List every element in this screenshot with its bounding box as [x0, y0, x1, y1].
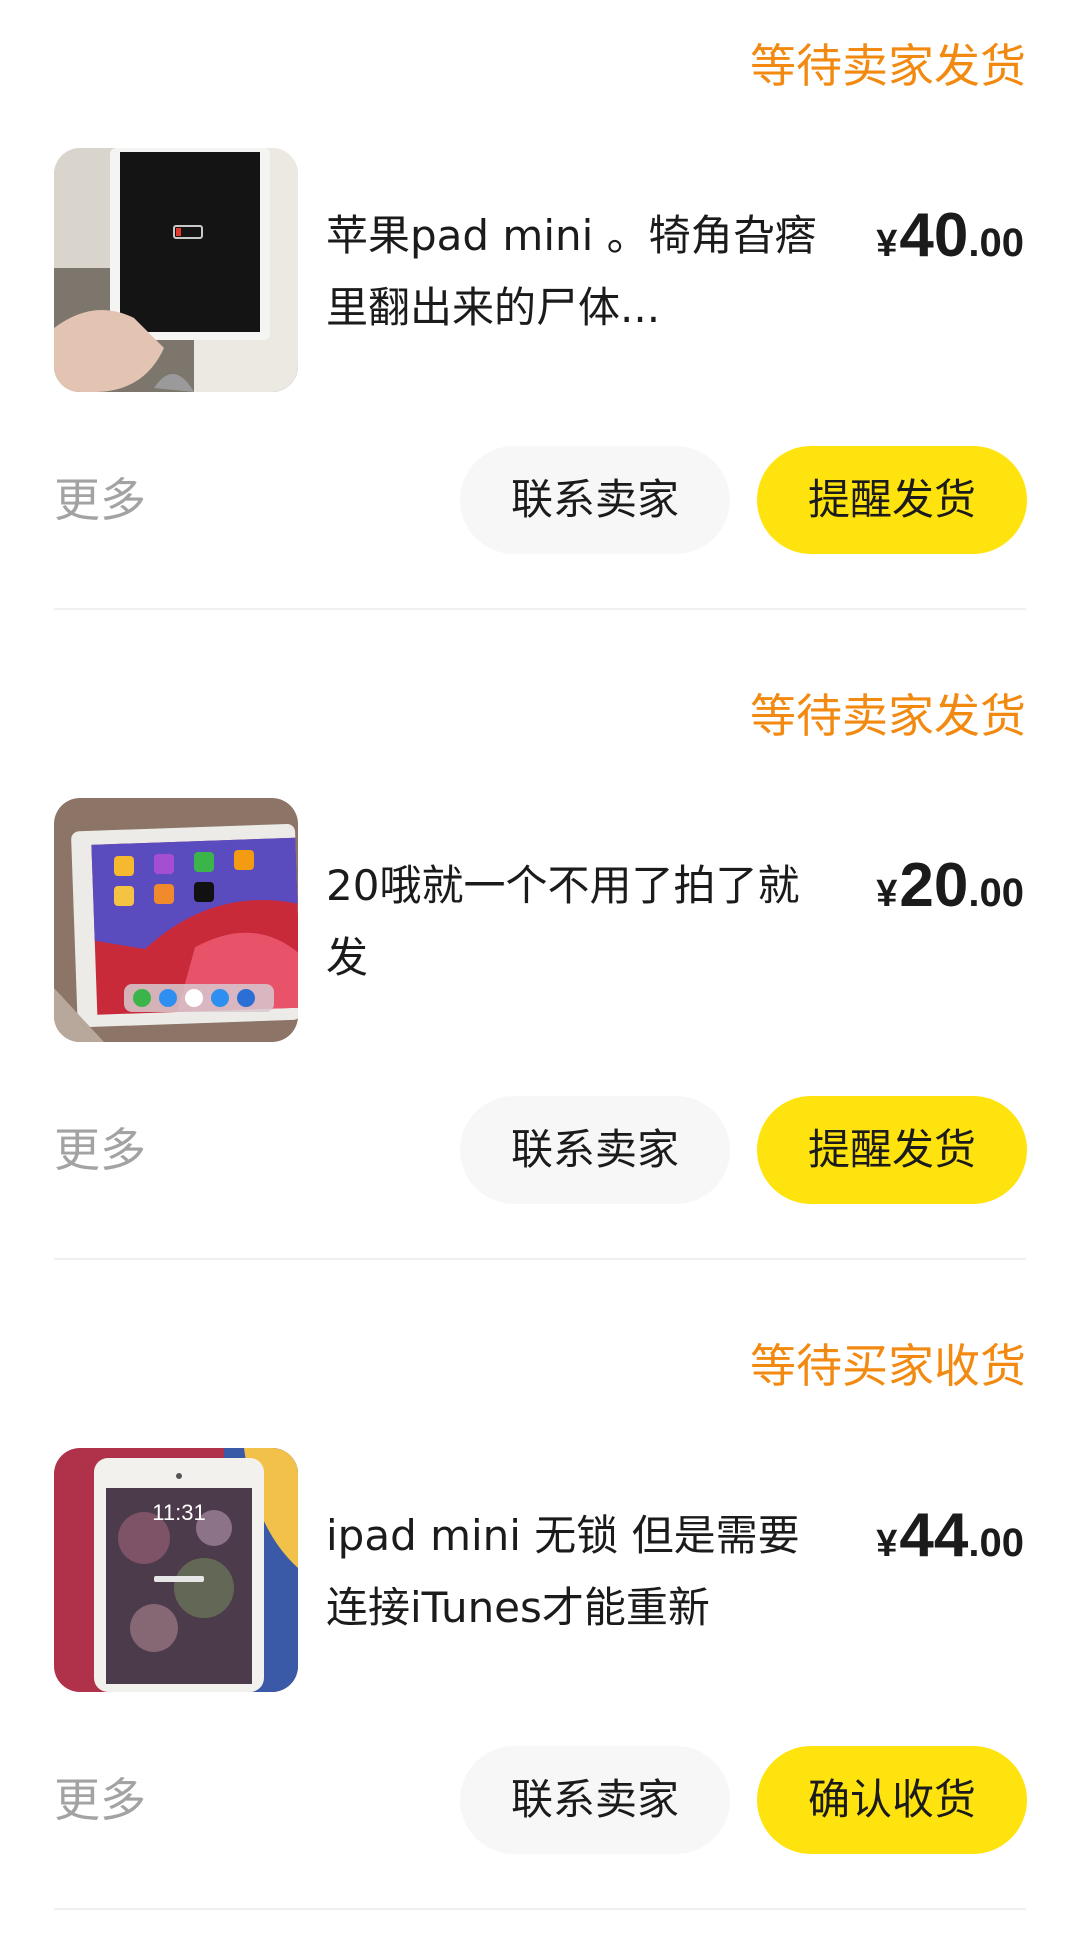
contact-seller-button[interactable]: 联系卖家	[460, 446, 730, 554]
order-status: 等待卖家发货	[750, 689, 1026, 743]
price-integer: 44	[899, 1501, 969, 1570]
remind-shipping-button[interactable]: 提醒发货	[757, 1096, 1027, 1204]
price-currency: ¥	[876, 873, 898, 915]
contact-seller-button[interactable]: 联系卖家	[460, 1096, 730, 1204]
more-link[interactable]: 更多	[54, 1770, 146, 1830]
price-integer: 40	[899, 201, 969, 270]
price-integer: 20	[899, 851, 969, 920]
price-currency: ¥	[876, 223, 898, 265]
price: ¥ 40 .00	[876, 200, 1024, 272]
item-title[interactable]: ipad mini 无锁 但是需要连接iTunes才能重新	[326, 1500, 826, 1644]
product-thumbnail[interactable]: 11:31	[54, 1448, 298, 1692]
order-card[interactable]: 等待买家收货 11:31 ipad mini 无锁 但是需要连接iTunes才能…	[0, 1300, 1080, 1950]
item-title[interactable]: 苹果pad mini 。犄角旮瘩里翻出来的尸体...	[326, 200, 826, 344]
price-decimal: .00	[968, 1521, 1024, 1565]
divider	[54, 1258, 1026, 1260]
product-thumbnail[interactable]	[54, 148, 298, 392]
price: ¥ 44 .00	[876, 1500, 1024, 1572]
order-card[interactable]: 等待卖家发货 苹果pad mini 。犄角旮瘩里翻出来的尸体... ¥ 40 .…	[0, 0, 1080, 650]
more-link[interactable]: 更多	[54, 470, 146, 530]
confirm-receipt-button[interactable]: 确认收货	[757, 1746, 1027, 1854]
product-thumbnail[interactable]	[54, 798, 298, 1042]
price-decimal: .00	[968, 221, 1024, 265]
remind-shipping-button[interactable]: 提醒发货	[757, 446, 1027, 554]
more-link[interactable]: 更多	[54, 1120, 146, 1180]
item-title[interactable]: 20哦就一个不用了拍了就发	[326, 850, 826, 994]
svg-text:11:31: 11:31	[152, 1500, 205, 1525]
price-currency: ¥	[876, 1523, 898, 1565]
order-status: 等待卖家发货	[750, 39, 1026, 93]
divider	[54, 1908, 1026, 1910]
order-card[interactable]: 等待卖家发货 20哦就一个不用了拍了就发 ¥ 20 .00 更多 联系卖家 提醒…	[0, 650, 1080, 1300]
order-status: 等待买家收货	[750, 1339, 1026, 1393]
price-decimal: .00	[968, 871, 1024, 915]
divider	[54, 608, 1026, 610]
price: ¥ 20 .00	[876, 850, 1024, 922]
contact-seller-button[interactable]: 联系卖家	[460, 1746, 730, 1854]
